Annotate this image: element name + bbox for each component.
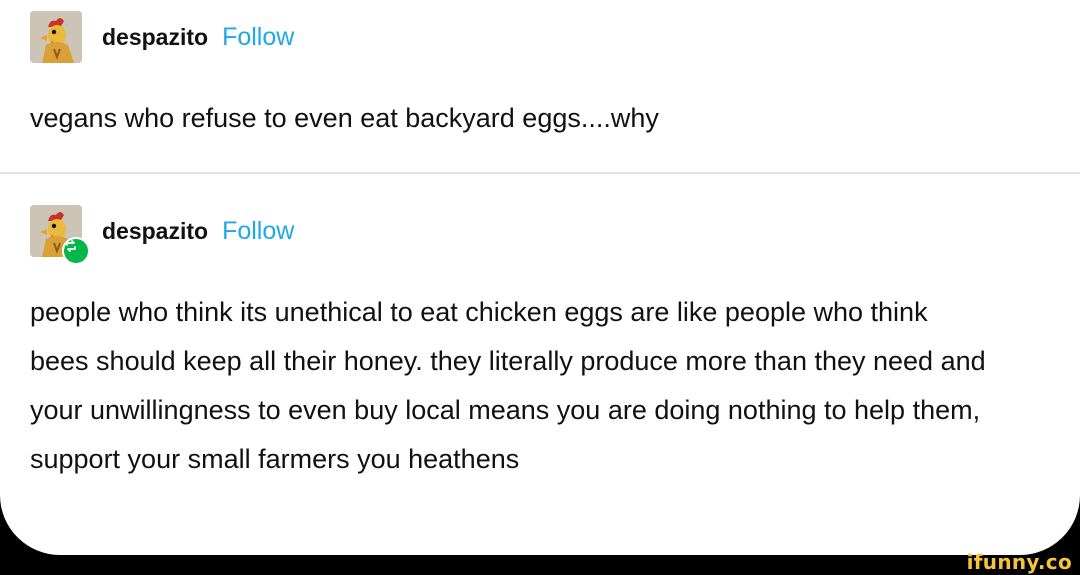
chicken-avatar-icon[interactable] bbox=[30, 205, 90, 265]
username[interactable]: despazito bbox=[102, 24, 208, 51]
follow-button[interactable]: Follow bbox=[222, 23, 294, 52]
reblog-icon bbox=[62, 237, 90, 265]
watermark-logo: ifunny.co bbox=[966, 550, 1072, 574]
post-header: despazito Follow bbox=[30, 10, 294, 64]
reblog-post: despazito Follow people who think its un… bbox=[0, 176, 1080, 555]
username[interactable]: despazito bbox=[102, 218, 208, 245]
follow-button[interactable]: Follow bbox=[222, 217, 294, 246]
post-body: people who think its unethical to eat ch… bbox=[30, 297, 986, 474]
divider bbox=[0, 172, 1080, 174]
post-body: vegans who refuse to even eat backyard e… bbox=[30, 103, 659, 133]
post-card: despazito Follow vegans who refuse to ev… bbox=[0, 0, 1080, 555]
original-post: despazito Follow vegans who refuse to ev… bbox=[0, 0, 1080, 172]
post-header: despazito Follow bbox=[30, 204, 294, 265]
chicken-avatar-icon[interactable] bbox=[30, 11, 82, 63]
